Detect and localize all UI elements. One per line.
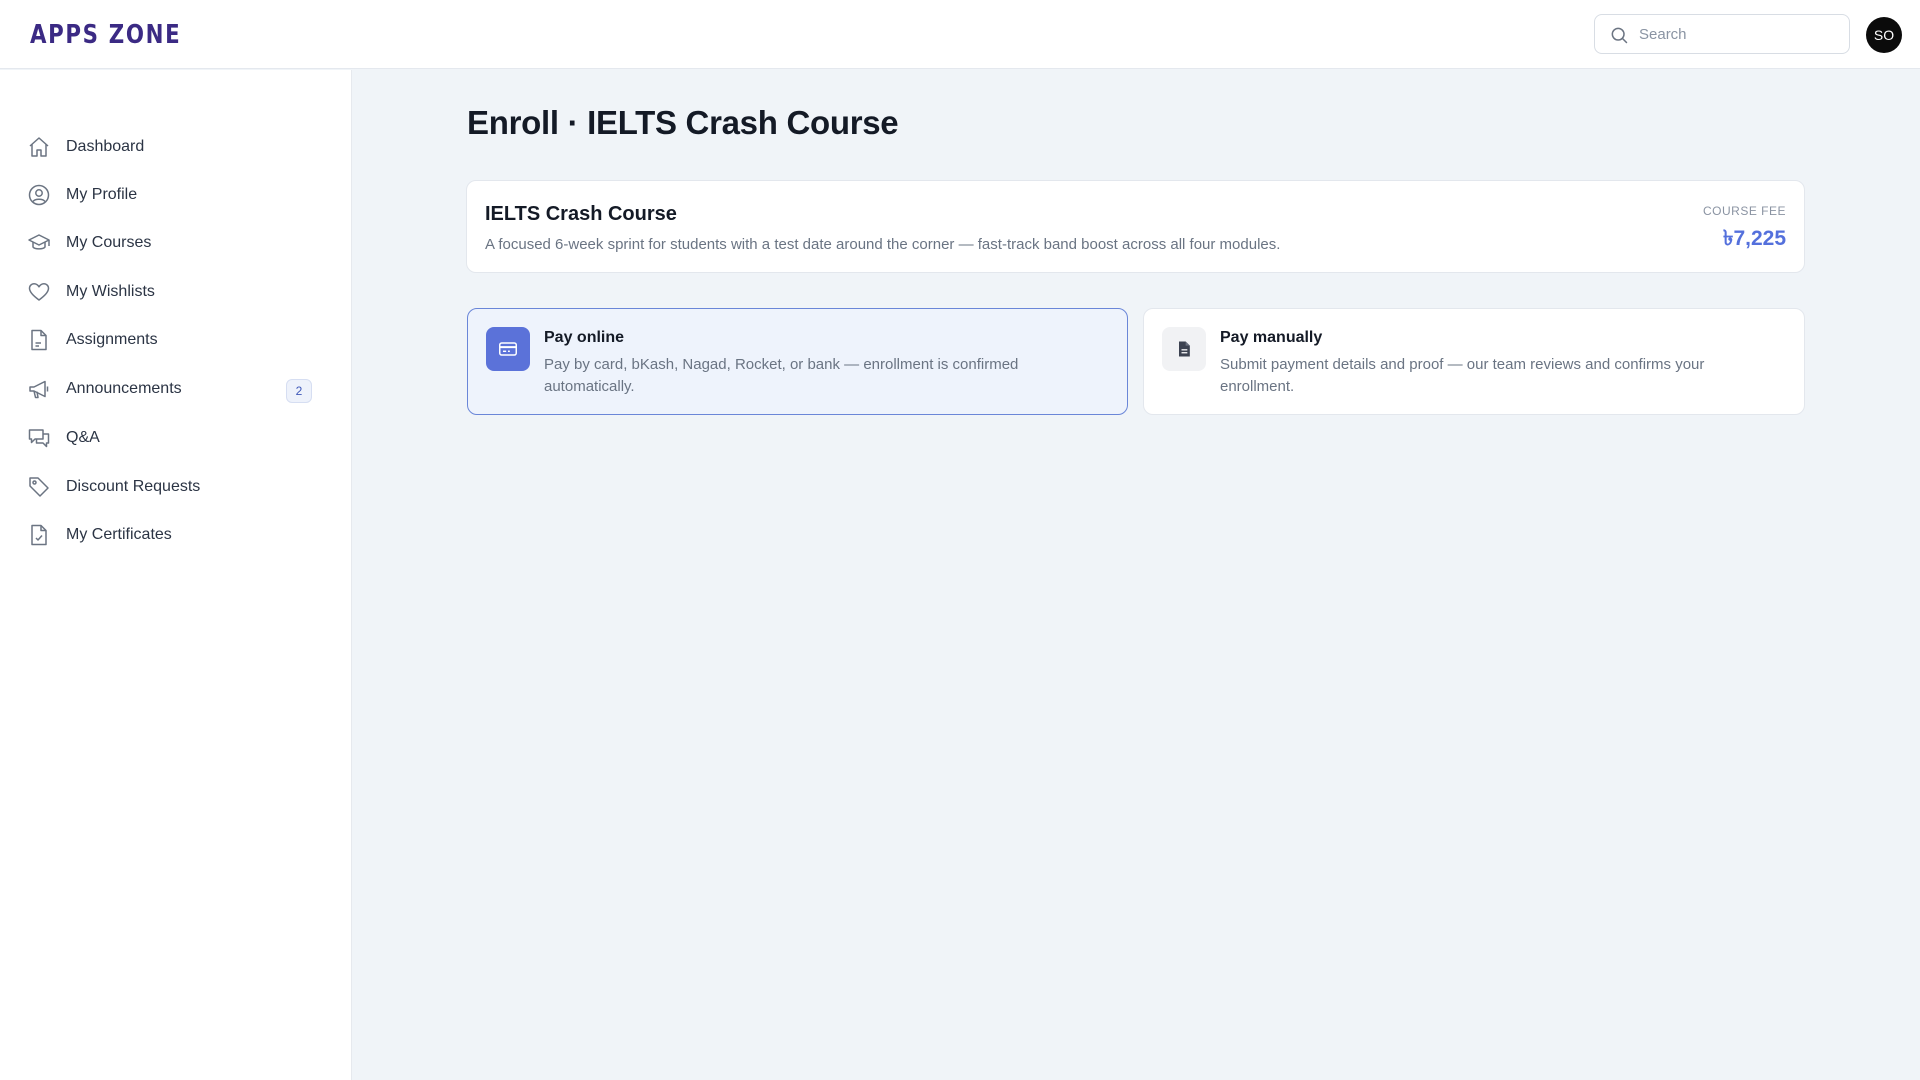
- top-bar: APPS ZONE SO: [0, 0, 1920, 69]
- course-description: A focused 6-week sprint for students wit…: [485, 236, 1281, 253]
- file-text-icon: [1162, 327, 1206, 371]
- course-summary-card: IELTS Crash Course A focused 6-week spri…: [466, 180, 1805, 273]
- heart-icon: [26, 279, 52, 305]
- notification-badge: 2: [286, 379, 312, 403]
- sidebar-item-my-profile[interactable]: My Profile: [26, 175, 316, 215]
- home-icon: [26, 134, 52, 160]
- sidebar-item-label: Q&A: [66, 429, 100, 446]
- user-avatar[interactable]: SO: [1866, 17, 1902, 53]
- pay-option-description: Pay by card, bKash, Nagad, Rocket, or ba…: [544, 356, 1019, 395]
- course-fee-label: COURSE FEE: [1702, 204, 1786, 218]
- sidebar-item-my-wishlists[interactable]: My Wishlists: [26, 272, 316, 312]
- sidebar-item-label: Dashboard: [66, 138, 145, 155]
- sidebar-item-label: My Wishlists: [66, 283, 155, 300]
- sidebar-item-label: My Courses: [66, 234, 152, 251]
- sidebar-item-label: Announcements: [66, 380, 182, 397]
- pay-option-description: Submit payment details and proof — our t…: [1220, 356, 1705, 395]
- pay-online-option[interactable]: Pay online Pay by card, bKash, Nagad, Ro…: [467, 308, 1128, 415]
- credit-card-icon: [486, 327, 530, 371]
- sidebar-item-dashboard[interactable]: Dashboard: [26, 127, 316, 167]
- sidebar-item-label: Assignments: [66, 331, 158, 348]
- sidebar-item-label: My Profile: [66, 186, 138, 203]
- search-input[interactable]: [1639, 15, 1839, 53]
- document-icon: [26, 327, 52, 353]
- page-title: Enroll · IELTS Crash Course: [467, 104, 899, 141]
- course-name: IELTS Crash Course: [485, 203, 677, 225]
- sidebar-item-discount-requests[interactable]: Discount Requests: [26, 467, 316, 507]
- megaphone-icon: [26, 376, 52, 402]
- course-fee-value: ৳7,225: [1722, 227, 1786, 250]
- sidebar-item-label: My Certificates: [66, 526, 172, 543]
- user-circle-icon: [26, 182, 52, 208]
- sidebar-item-my-courses[interactable]: My Courses: [26, 223, 316, 263]
- sidebar-item-my-certificates[interactable]: My Certificates: [26, 515, 316, 555]
- certificate-icon: [26, 522, 52, 548]
- sidebar: Dashboard My Profile My Courses My Wishl…: [0, 70, 352, 1080]
- app-logo[interactable]: APPS ZONE: [30, 20, 181, 50]
- sidebar-item-qa[interactable]: Q&A: [26, 418, 316, 458]
- sidebar-item-announcements[interactable]: Announcements 2: [26, 369, 316, 409]
- sidebar-item-assignments[interactable]: Assignments: [26, 320, 316, 360]
- graduation-cap-icon: [26, 230, 52, 256]
- tag-icon: [26, 474, 52, 500]
- sidebar-item-label: Discount Requests: [66, 478, 201, 495]
- pay-manually-option[interactable]: Pay manually Submit payment details and …: [1143, 308, 1805, 415]
- chat-icon: [26, 425, 52, 451]
- pay-option-title: Pay online: [544, 329, 625, 346]
- pay-option-title: Pay manually: [1220, 329, 1323, 346]
- search-box[interactable]: [1594, 14, 1850, 54]
- search-icon: [1611, 27, 1628, 44]
